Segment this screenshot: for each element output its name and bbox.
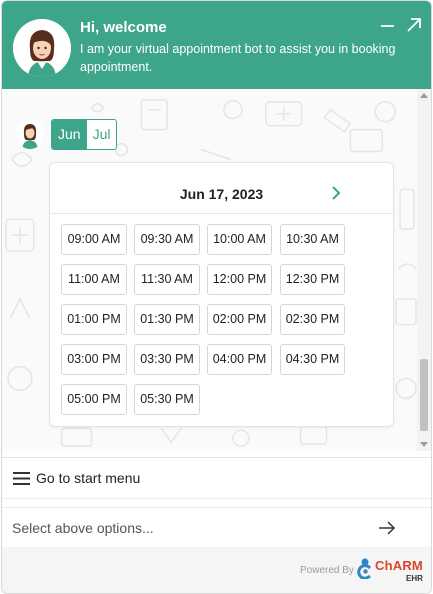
- time-slot-button[interactable]: 12:00 PM: [207, 264, 272, 295]
- time-slot-button[interactable]: 09:30 AM: [134, 224, 200, 255]
- arrow-right-icon[interactable]: [377, 519, 397, 537]
- chat-messages: Jun Jul Jun 17, 2023 09:00 AM 09:30 AM 10:…: [2, 89, 431, 451]
- header-title: Hi, welcome: [80, 19, 167, 36]
- chat-scrollbar[interactable]: [417, 89, 431, 451]
- month-tab-jul[interactable]: Jul: [87, 120, 117, 149]
- time-slot-button[interactable]: 10:30 AM: [280, 224, 345, 255]
- time-slot-button[interactable]: 01:30 PM: [134, 304, 200, 335]
- charm-ehr-logo: ChARM EHR: [356, 556, 428, 586]
- time-slot-card: Jun 17, 2023 09:00 AM 09:30 AM 10:00 AM 10:…: [49, 162, 394, 427]
- time-slot-button[interactable]: 10:00 AM: [207, 224, 272, 255]
- brand-name: ChARM: [375, 558, 423, 573]
- hamburger-icon: [13, 472, 30, 485]
- message-input-row: [2, 507, 431, 547]
- time-slot-button[interactable]: 11:00 AM: [61, 264, 127, 295]
- minimize-icon[interactable]: [378, 15, 398, 35]
- time-slot-button[interactable]: 01:00 PM: [61, 304, 127, 335]
- time-slot-button[interactable]: 03:00 PM: [61, 344, 127, 375]
- chat-header: Hi, welcome I am your virtual appointmen…: [2, 1, 431, 89]
- powered-by-label: Powered By: [300, 565, 354, 576]
- scroll-down-arrow[interactable]: [420, 442, 428, 447]
- menu-label: Go to start menu: [36, 470, 141, 486]
- month-selector: Jun Jul: [51, 119, 118, 150]
- time-slot-button[interactable]: 05:30 PM: [134, 384, 200, 415]
- scroll-up-arrow[interactable]: [420, 93, 428, 98]
- time-slot-button[interactable]: 12:30 PM: [280, 264, 345, 295]
- time-slot-button[interactable]: 04:00 PM: [207, 344, 272, 375]
- time-slot-button[interactable]: 09:00 AM: [61, 224, 127, 255]
- time-slot-button[interactable]: 04:30 PM: [280, 344, 345, 375]
- charm-logo-mark-icon: [357, 558, 372, 579]
- header-subtitle: I am your virtual appointment bot to ass…: [80, 42, 396, 74]
- bot-avatar: [13, 19, 71, 77]
- expand-icon[interactable]: [404, 15, 424, 35]
- chat-widget: Hi, welcome I am your virtual appointmen…: [1, 0, 432, 594]
- go-to-start-menu[interactable]: Go to start menu: [2, 457, 431, 499]
- chevron-right-icon[interactable]: [329, 185, 343, 201]
- time-slot-button[interactable]: 02:00 PM: [207, 304, 272, 335]
- time-slot-button[interactable]: 03:30 PM: [134, 344, 200, 375]
- time-slot-button[interactable]: 02:30 PM: [280, 304, 345, 335]
- calendar-header: Jun 17, 2023: [50, 163, 393, 214]
- scroll-thumb[interactable]: [420, 359, 428, 431]
- message-input[interactable]: [12, 516, 352, 540]
- message-avatar: [16, 119, 44, 149]
- month-tab-jun[interactable]: Jun: [52, 120, 87, 149]
- brand-sub: EHR: [406, 574, 423, 583]
- time-slot-button[interactable]: 05:00 PM: [61, 384, 127, 415]
- time-slot-button[interactable]: 11:30 AM: [134, 264, 200, 295]
- chat-footer: Powered By ChARM EHR: [2, 547, 431, 593]
